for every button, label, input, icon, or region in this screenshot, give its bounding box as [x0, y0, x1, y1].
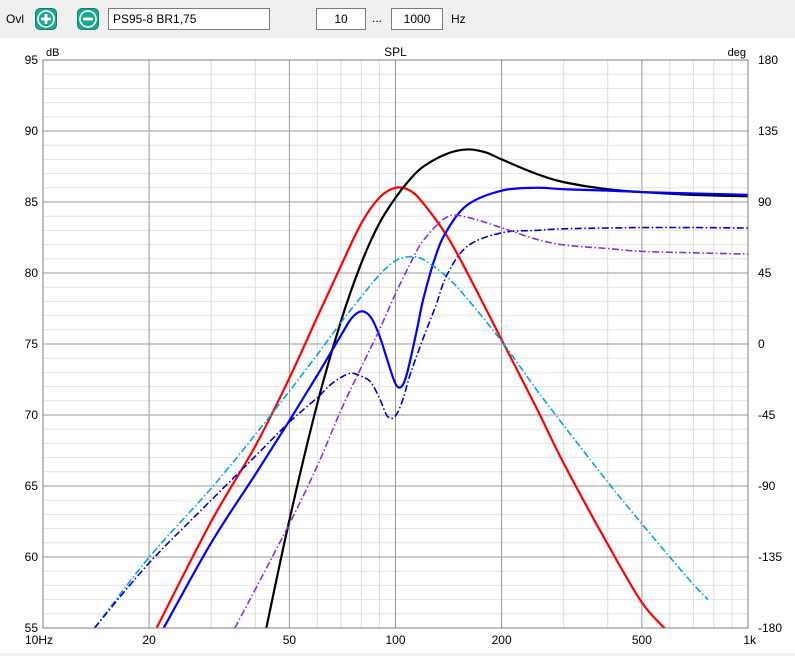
series-line-3	[162, 186, 748, 628]
chart-title: SPL	[384, 45, 407, 59]
series-line-1	[155, 186, 667, 628]
series-layer	[93, 148, 748, 628]
y2-tick-label: 135	[758, 124, 778, 138]
freq-to-field[interactable]: 1000	[391, 8, 443, 30]
left-axis-label: dB	[46, 47, 59, 59]
series-line-4	[93, 255, 709, 628]
right-axis-label: deg	[728, 47, 746, 59]
plus-icon	[37, 10, 55, 28]
grid-major	[42, 59, 749, 629]
y2-tick-label: -135	[758, 550, 782, 564]
x-tick-label: 1k	[743, 633, 757, 647]
freq-from-field[interactable]: 10	[316, 8, 366, 30]
add-overlay-button[interactable]	[35, 8, 57, 30]
y2-tick-label: 90	[758, 195, 772, 209]
y2-tick-label: -90	[758, 479, 776, 493]
series-group	[93, 148, 748, 628]
x-tick-label: 50	[283, 633, 297, 647]
y2-tick-label: 45	[758, 266, 772, 280]
x-tick-label: 20	[142, 633, 156, 647]
overlay-name-field[interactable]: PS95-8 BR1,75	[108, 8, 270, 30]
y2-tick-label: -45	[758, 408, 776, 422]
y-tick-label: 85	[25, 195, 39, 209]
y-tick-label: 95	[25, 53, 39, 67]
spl-chart: 10Hz 20 50 100 200 500 1k 55 60 65 70 75 80 85 90 95 -18…	[25, 45, 783, 647]
x-tick-label: 100	[385, 633, 405, 647]
toolbar: Ovl PS95-8 BR1,75 10 ... 1000 Hz	[0, 0, 795, 38]
x-tick-label: 200	[492, 633, 512, 647]
y-tick-label: 80	[25, 266, 39, 280]
x-tick-label: 10Hz	[25, 633, 53, 647]
y-tick-label: 70	[25, 408, 39, 422]
y-tick-label: 75	[25, 337, 39, 351]
x-tick-label: 500	[632, 633, 652, 647]
y-tick-label: 55	[25, 621, 39, 635]
series-line-2	[265, 148, 748, 628]
minus-icon	[79, 10, 97, 28]
y-tick-label: 65	[25, 479, 39, 493]
y-tick-label: 60	[25, 550, 39, 564]
freq-unit-label: Hz	[451, 12, 466, 26]
y2-tick-label: 0	[758, 337, 765, 351]
labels-layer: 10Hz 20 50 100 200 500 1k 55 60 65 70 75 80 85 90 95 -18…	[25, 53, 783, 647]
overlay-label: Ovl	[6, 12, 24, 26]
freq-range-separator: ...	[372, 11, 383, 25]
chart-area: 10Hz 20 50 100 200 500 1k 55 60 65 70 75 80 85 90 95 -18…	[0, 38, 795, 653]
y-tick-label: 90	[25, 124, 39, 138]
y2-tick-label: -180	[758, 621, 782, 635]
remove-overlay-button[interactable]	[77, 8, 99, 30]
y2-tick-label: 180	[758, 53, 778, 67]
